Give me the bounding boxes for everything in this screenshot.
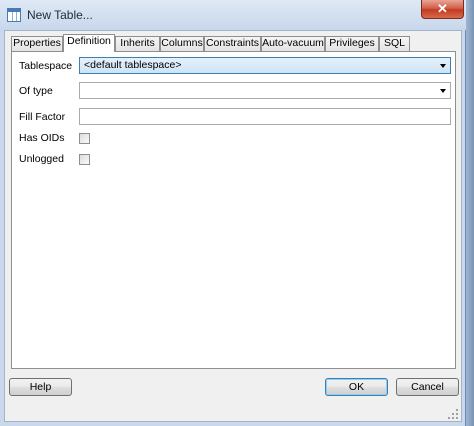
tab-sql[interactable]: SQL [379, 36, 410, 51]
unlogged-label: Unlogged [19, 153, 64, 165]
chevron-down-icon [440, 64, 446, 68]
help-button[interactable]: Help [9, 378, 72, 396]
ok-button[interactable]: OK [325, 378, 388, 396]
of-type-label: Of type [19, 85, 53, 97]
dialog-window: New Table... ✕ Properties Definition Inh… [0, 0, 466, 426]
fill-factor-input[interactable] [79, 108, 451, 125]
tab-definition[interactable]: Definition [63, 34, 115, 52]
chevron-down-icon [440, 89, 446, 93]
has-oids-checkbox[interactable] [79, 133, 90, 144]
tab-auto-vacuum[interactable]: Auto-vacuum [261, 36, 325, 51]
tab-privileges[interactable]: Privileges [325, 36, 379, 51]
close-button[interactable]: ✕ [421, 0, 464, 19]
table-icon [7, 8, 21, 22]
background-window-edge [466, 0, 474, 426]
has-oids-label: Has OIDs [19, 132, 65, 144]
tablespace-select[interactable]: <default tablespace> [79, 57, 451, 74]
close-icon: ✕ [437, 1, 448, 16]
unlogged-checkbox[interactable] [79, 154, 90, 165]
cancel-button[interactable]: Cancel [396, 378, 459, 396]
window-title: New Table... [27, 8, 93, 22]
tablespace-label: Tablespace [19, 60, 73, 72]
tab-properties[interactable]: Properties [11, 36, 63, 51]
definition-panel: Tablespace <default tablespace> Of type … [11, 51, 456, 369]
tablespace-value: <default tablespace> [84, 59, 182, 71]
tab-constraints[interactable]: Constraints [204, 36, 261, 51]
tab-columns[interactable]: Columns [160, 36, 204, 51]
title-bar[interactable]: New Table... ✕ [0, 0, 466, 30]
dialog-client: Properties Definition Inherits Columns C… [4, 30, 462, 422]
tab-inherits[interactable]: Inherits [115, 36, 160, 51]
of-type-select[interactable] [79, 82, 451, 99]
resize-grip-icon[interactable] [448, 409, 458, 419]
fill-factor-label: Fill Factor [19, 111, 66, 123]
